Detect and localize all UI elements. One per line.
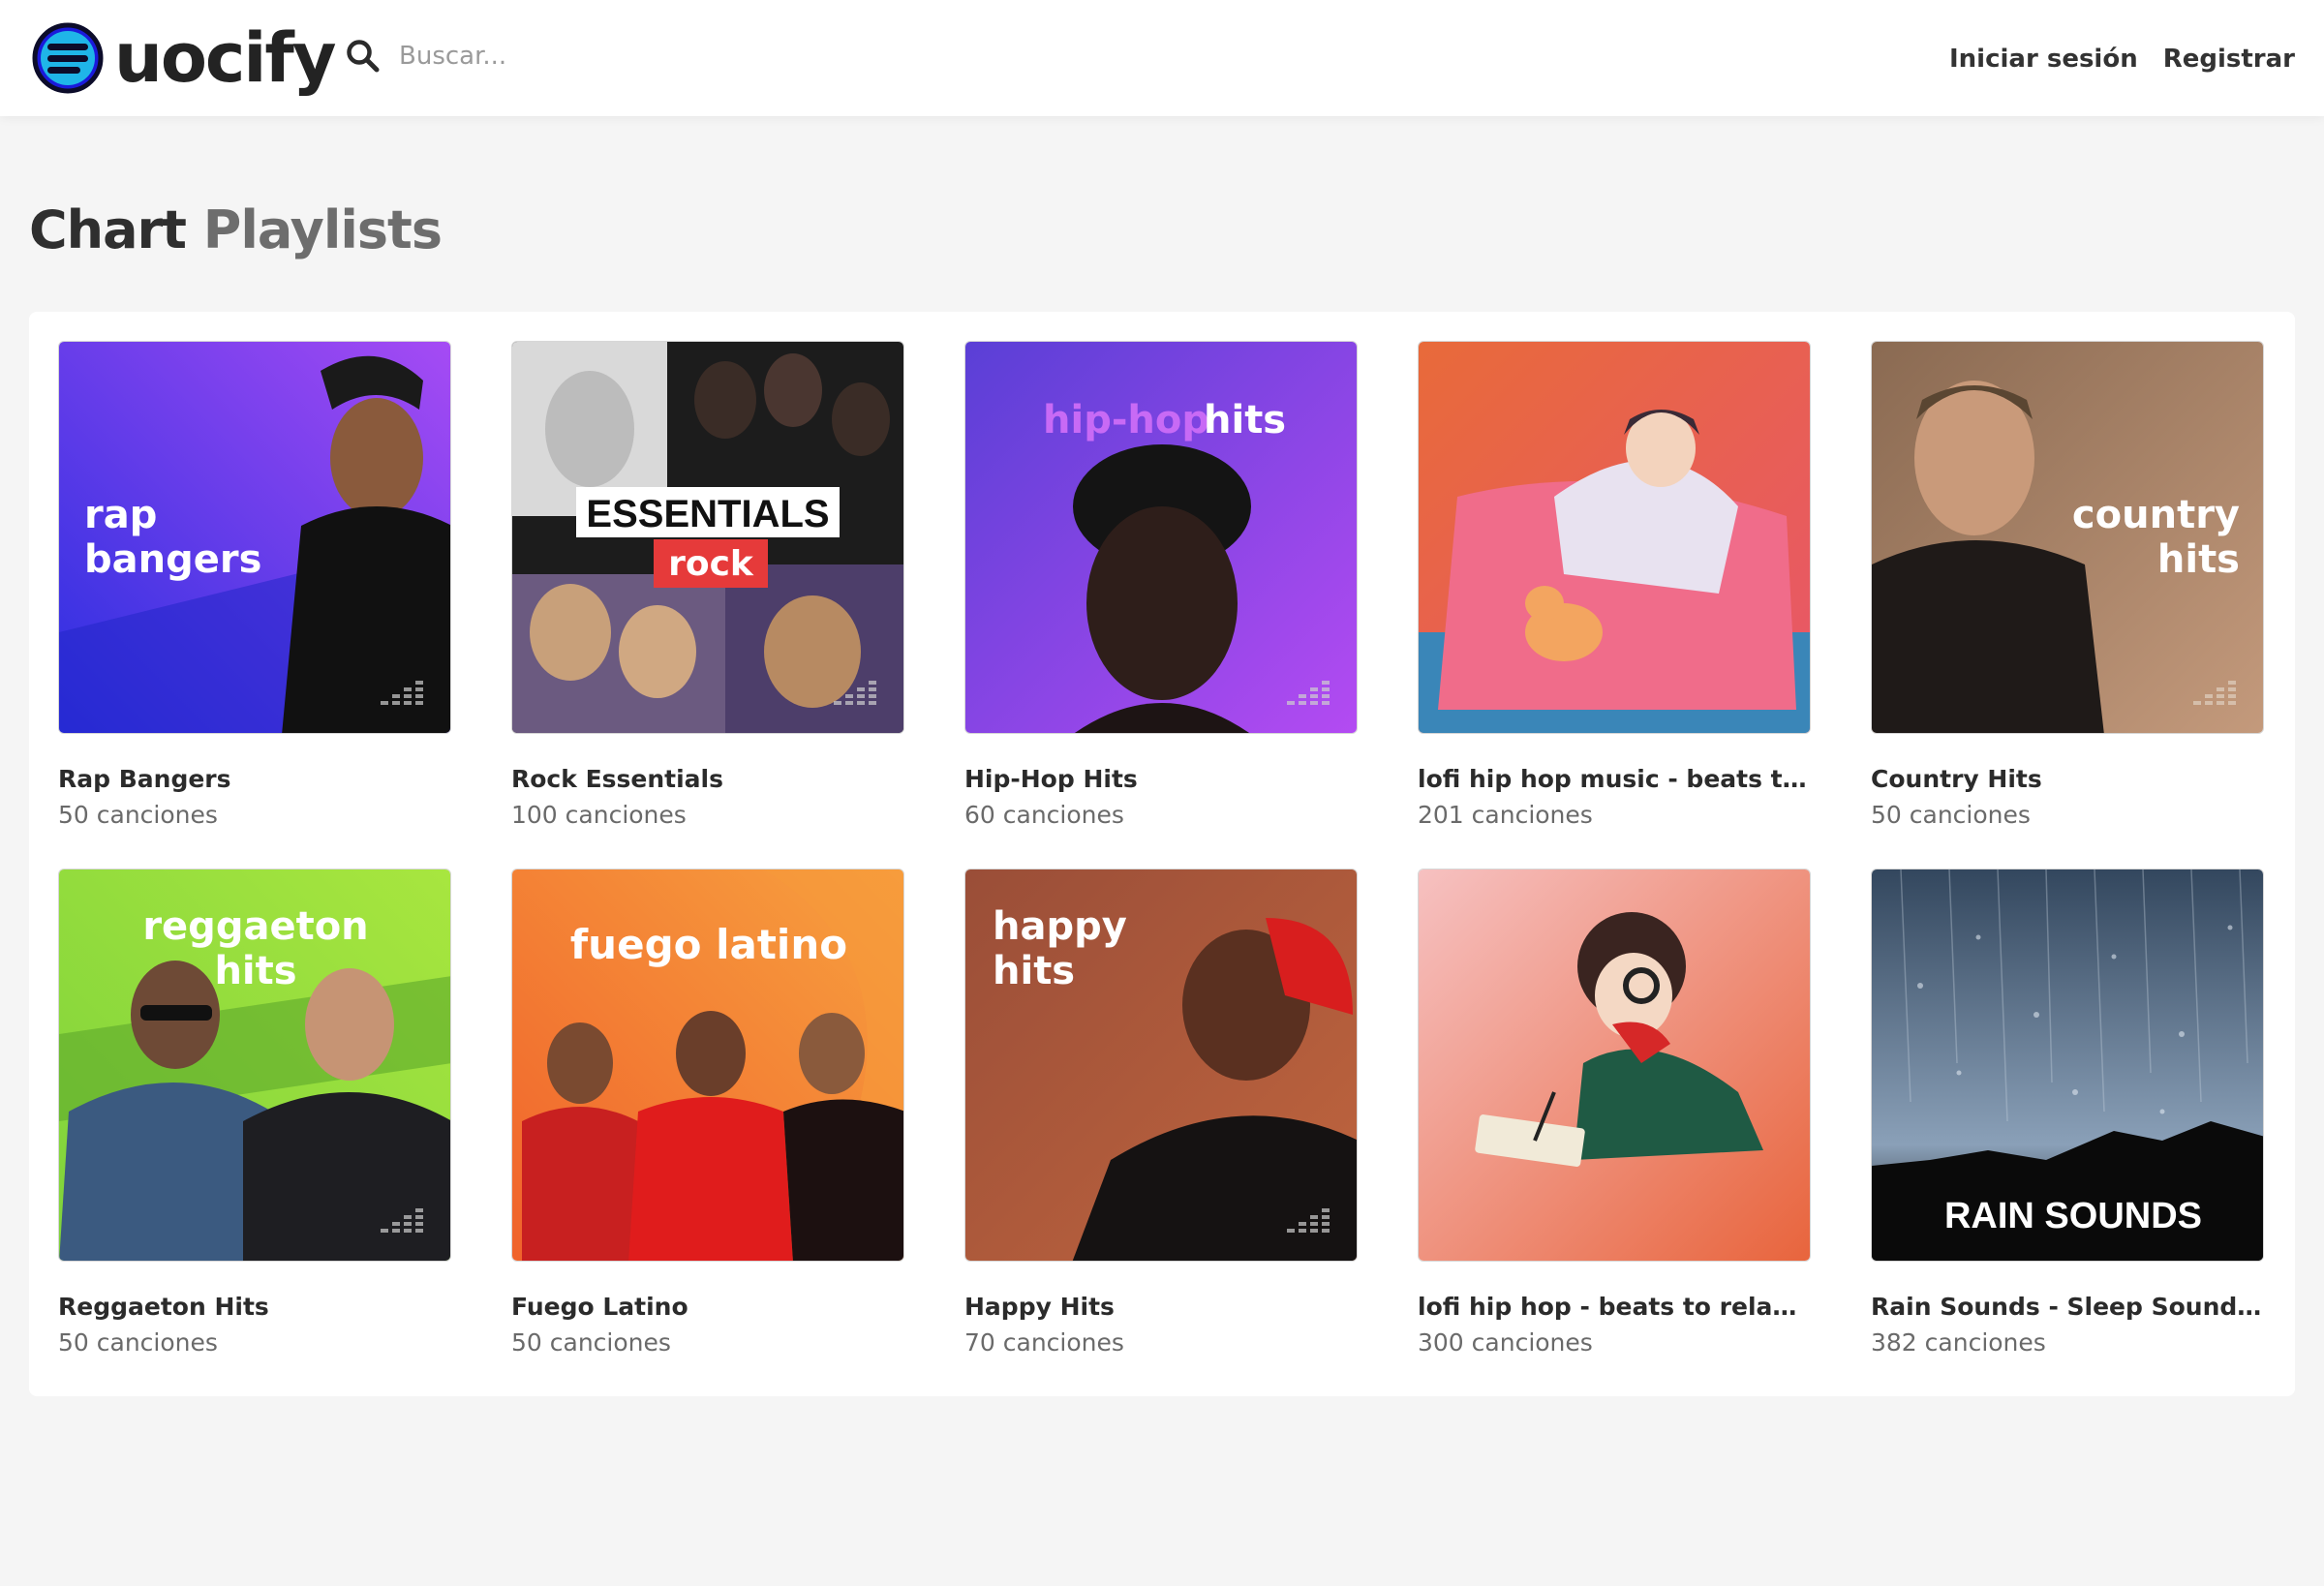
playlist-card-rain-sounds[interactable]: RAIN SOUNDS Rain Sounds - Sleep Sounds -… <box>1871 869 2264 1372</box>
playlist-cover[interactable]: fuego latino <box>511 869 904 1262</box>
playlist-title[interactable]: lofi hip hop music - beats to sl... <box>1418 765 1811 793</box>
svg-text:hits: hits <box>1204 398 1286 442</box>
playlist-song-count: 100 canciones <box>511 801 687 829</box>
svg-text:happy: happy <box>993 904 1127 949</box>
playlist-song-count: 50 canciones <box>511 1328 671 1357</box>
playlist-card-country-hits[interactable]: country hits Country Hits 50 canciones <box>1871 341 2264 844</box>
playlist-title[interactable]: Rain Sounds - Sleep Sounds - ... <box>1871 1293 2264 1321</box>
playlist-card-hip-hop-hits[interactable]: hip-hop hits Hip-Hop Hits 60 canciones <box>964 341 1358 844</box>
search-icon[interactable] <box>345 38 382 75</box>
playlist-card-rock-essentials[interactable]: ESSENTIALS rock Rock Essentials 100 canc… <box>511 341 904 844</box>
playlist-cover[interactable] <box>1418 341 1811 734</box>
playlist-song-count: 60 canciones <box>964 801 1124 829</box>
playlist-cover[interactable]: reggaeton hits <box>58 869 451 1262</box>
playlist-cover[interactable]: rap bangers <box>58 341 451 734</box>
playlist-card-happy-hits[interactable]: happy hits Happy Hits 70 canciones <box>964 869 1358 1372</box>
top-header: uocify Iniciar sesión Registrar <box>0 0 2324 116</box>
cover-art-country-hits: country hits <box>1872 342 2263 733</box>
svg-text:ESSENTIALS: ESSENTIALS <box>586 493 829 535</box>
register-link[interactable]: Registrar <box>2163 37 2295 81</box>
auth-nav: Iniciar sesión Registrar <box>1949 37 2295 81</box>
logo-link[interactable]: uocify <box>31 18 336 98</box>
playlist-cover[interactable]: ESSENTIALS rock <box>511 341 904 734</box>
cover-art-happy-hits: happy hits <box>965 869 1357 1261</box>
cover-art-reggaeton-hits: reggaeton hits <box>59 869 450 1261</box>
svg-text:country: country <box>2072 493 2240 537</box>
playlist-cover[interactable]: hip-hop hits <box>964 341 1358 734</box>
page-title: Chart Playlists <box>29 199 443 260</box>
svg-text:hits: hits <box>214 949 296 993</box>
logo-text: uocify <box>114 18 336 98</box>
cover-art-fuego-latino: fuego latino <box>512 869 903 1261</box>
playlist-card-rap-bangers[interactable]: rap bangers Rap Bangers 50 canciones <box>58 341 451 844</box>
cover-art-lofi-study <box>1419 869 1810 1261</box>
page-title-part1: Chart <box>29 199 187 260</box>
playlist-card-fuego-latino[interactable]: fuego latino Fuego Latino 50 canciones <box>511 869 904 1372</box>
playlist-song-count: 50 canciones <box>58 1328 218 1357</box>
playlist-song-count: 201 canciones <box>1418 801 1593 829</box>
playlist-song-count: 50 canciones <box>58 801 218 829</box>
cover-art-rain-sounds: RAIN SOUNDS <box>1872 869 2263 1261</box>
page-title-part2: Playlists <box>202 199 443 260</box>
playlist-cover[interactable]: country hits <box>1871 341 2264 734</box>
playlist-title[interactable]: Reggaeton Hits <box>58 1293 451 1321</box>
search-input[interactable] <box>399 32 806 80</box>
cover-art-lofi-sleep <box>1419 342 1810 733</box>
playlist-title[interactable]: Rap Bangers <box>58 765 451 793</box>
playlist-card-lofi-hip-hop-music[interactable]: lofi hip hop music - beats to sl... 201 … <box>1418 341 1811 844</box>
playlist-title[interactable]: lofi hip hop - beats to relax/st... <box>1418 1293 1811 1321</box>
playlist-card-lofi-hip-hop-relax[interactable]: lofi hip hop - beats to relax/st... 300 … <box>1418 869 1811 1372</box>
svg-text:bangers: bangers <box>84 537 261 582</box>
playlist-card-reggaeton-hits[interactable]: reggaeton hits Reggaeton Hits 50 cancion… <box>58 869 451 1372</box>
svg-text:hits: hits <box>993 949 1075 993</box>
playlist-title[interactable]: Fuego Latino <box>511 1293 904 1321</box>
cover-art-rap-bangers: rap bangers <box>59 342 450 733</box>
svg-text:rock: rock <box>668 544 754 584</box>
svg-text:hits: hits <box>2157 537 2240 582</box>
playlist-cover[interactable] <box>1418 869 1811 1262</box>
playlist-song-count: 70 canciones <box>964 1328 1124 1357</box>
logo-icon <box>32 22 104 94</box>
search-bar <box>345 29 829 83</box>
playlist-grid: rap bangers Rap Bangers 50 canciones ESS… <box>29 312 2295 1396</box>
playlist-song-count: 382 canciones <box>1871 1328 2046 1357</box>
playlist-title[interactable]: Happy Hits <box>964 1293 1358 1321</box>
svg-text:reggaeton: reggaeton <box>142 904 368 949</box>
playlist-cover[interactable]: happy hits <box>964 869 1358 1262</box>
svg-text:RAIN SOUNDS: RAIN SOUNDS <box>1944 1196 2202 1236</box>
svg-text:hip-hop: hip-hop <box>1043 398 1209 442</box>
cover-art-hip-hop-hits: hip-hop hits <box>965 342 1357 733</box>
playlist-cover[interactable]: RAIN SOUNDS <box>1871 869 2264 1262</box>
playlist-song-count: 300 canciones <box>1418 1328 1593 1357</box>
svg-text:rap: rap <box>84 493 157 537</box>
playlist-title[interactable]: Country Hits <box>1871 765 2264 793</box>
svg-text:fuego latino: fuego latino <box>570 921 847 968</box>
login-link[interactable]: Iniciar sesión <box>1949 37 2138 81</box>
cover-art-rock-essentials: ESSENTIALS rock <box>512 342 903 733</box>
playlist-title[interactable]: Rock Essentials <box>511 765 904 793</box>
playlist-title[interactable]: Hip-Hop Hits <box>964 765 1358 793</box>
playlist-song-count: 50 canciones <box>1871 801 2031 829</box>
